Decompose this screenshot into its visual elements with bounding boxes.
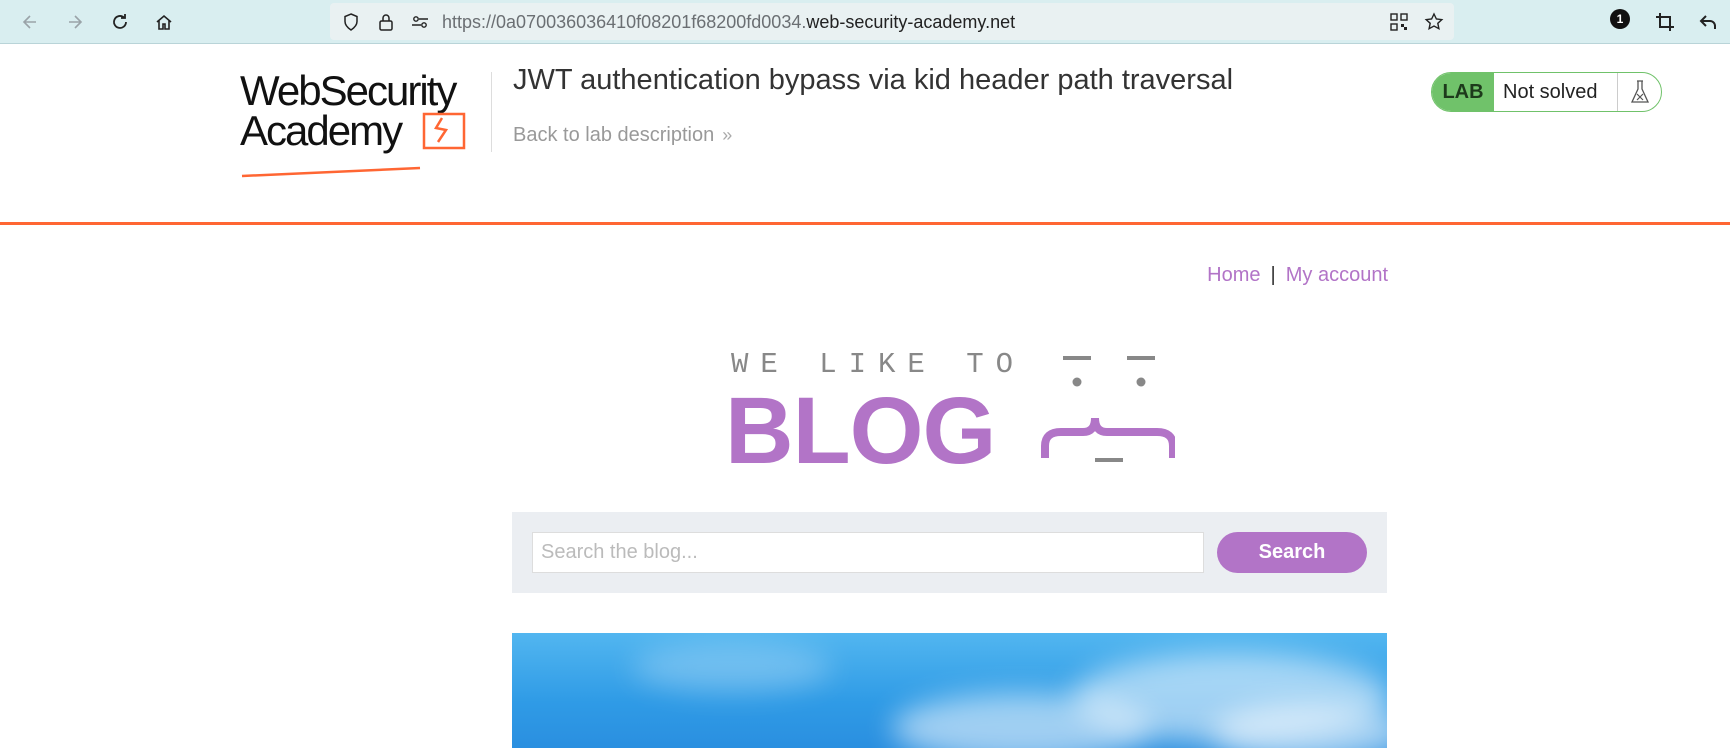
qr-code-icon[interactable] [1388,11,1410,33]
shield-icon[interactable] [340,11,362,33]
url-domain: web-security-academy.net [806,12,1016,32]
top-nav: Home | My account [1200,264,1388,287]
logo-bolt-icon [422,112,466,150]
search-button[interactable]: Search [1217,532,1367,573]
nav-home-link[interactable]: Home [1207,264,1260,286]
site-settings-icon[interactable] [409,11,431,33]
double-chevron-right-icon: » [722,125,733,145]
search-panel: Search [512,512,1387,593]
blog-post-image[interactable] [512,633,1387,748]
lab-status-widget[interactable]: LAB Not solved [1431,72,1662,112]
home-icon[interactable] [150,8,178,36]
search-input[interactable] [532,532,1204,573]
blog-tagline: WE LIKE TO [731,348,1026,381]
forward-arrow-icon[interactable] [61,8,89,36]
nav-my-account-link[interactable]: My account [1286,264,1388,286]
url-prefix: https://0a070036036410f08201f68200fd0034… [442,12,807,32]
cloud-shape [632,643,832,693]
back-to-lab-description-link[interactable]: Back to lab description » [513,124,732,147]
flask-icon [1618,73,1661,111]
logo-text-line1: WebSecurity [240,67,457,114]
lock-icon[interactable] [375,11,397,33]
back-link-label: Back to lab description [513,124,715,146]
address-bar[interactable]: https://0a070036036410f08201f68200fd0034… [330,3,1454,40]
face-emoticon-icon [1041,356,1175,462]
back-arrow-icon[interactable] [16,8,44,36]
lab-status-text: Not solved [1494,73,1618,111]
extension-badge[interactable]: 1 [1610,9,1630,29]
blog-wordmark: BLOG [725,378,996,484]
nav-separator: | [1270,264,1276,286]
undo-arrow-icon[interactable] [1694,8,1722,36]
lab-title: JWT authentication bypass via kid header… [513,64,1234,96]
header-divider [491,72,492,152]
lab-tag: LAB [1432,73,1494,111]
blog-logo: WE LIKE TO BLOG [725,348,1175,479]
browser-toolbar: https://0a070036036410f08201f68200fd0034… [0,0,1730,44]
lab-header: WebSecurity Academy JWT authentication b… [0,44,1730,224]
web-security-academy-logo[interactable]: WebSecurity Academy [240,70,490,180]
logo-underline-icon [241,166,421,178]
bookmark-star-icon[interactable] [1423,11,1445,33]
header-rule [0,222,1730,225]
reload-icon[interactable] [106,8,134,36]
crop-icon[interactable] [1651,8,1679,36]
url-text[interactable]: https://0a070036036410f08201f68200fd0034… [442,12,1015,33]
logo-text-line2: Academy [240,107,403,154]
